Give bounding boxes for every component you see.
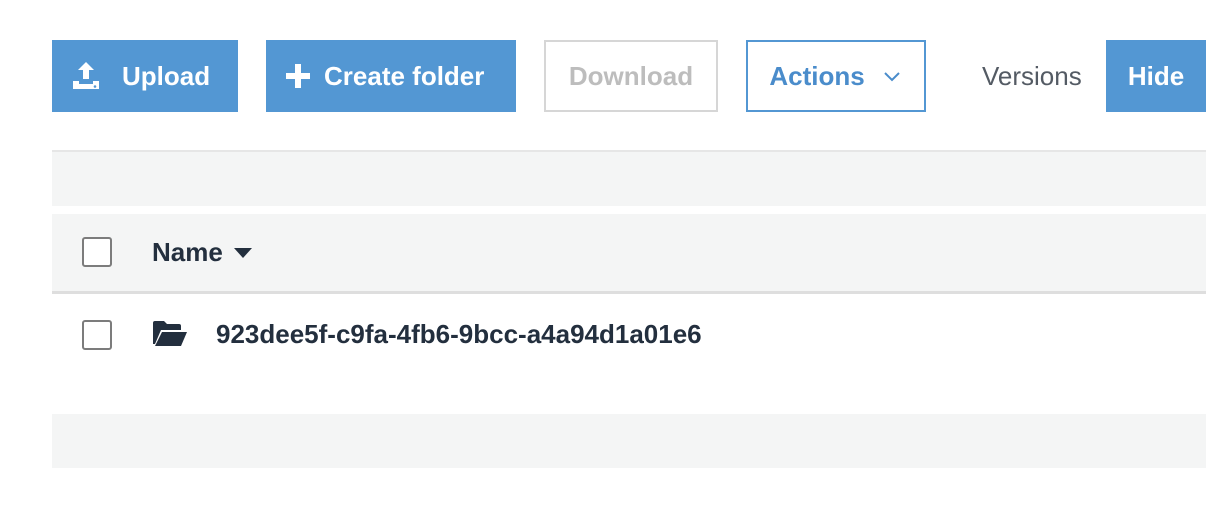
- caret-down-icon: [233, 243, 253, 263]
- hide-label: Hide: [1127, 60, 1185, 91]
- folder-name-link[interactable]: 923dee5f-c9fa-4fb6-9bcc-a4a94d1a01e6: [216, 294, 702, 374]
- row-checkbox[interactable]: [82, 320, 112, 350]
- download-button[interactable]: Download: [544, 40, 718, 112]
- table-footer: [52, 414, 1206, 468]
- upload-icon: [68, 58, 104, 94]
- table-row[interactable]: 923dee5f-c9fa-4fb6-9bcc-a4a94d1a01e6: [52, 294, 1206, 374]
- actions-dropdown-button[interactable]: Actions: [746, 40, 926, 112]
- table-header: Name: [52, 214, 1206, 294]
- actions-label: Actions: [769, 60, 865, 91]
- chevron-down-icon: [881, 65, 903, 87]
- download-label: Download: [568, 60, 694, 91]
- folder-open-icon: [152, 320, 188, 348]
- filter-bar: [52, 150, 1206, 206]
- upload-button[interactable]: Upload: [52, 40, 238, 112]
- versions-label: Versions: [982, 60, 1082, 91]
- upload-label: Upload: [122, 60, 211, 91]
- plus-icon: [284, 62, 312, 90]
- select-all-checkbox[interactable]: [82, 237, 112, 267]
- toolbar: Upload Create folder Download Actions Ve…: [52, 40, 1206, 112]
- create-folder-label: Create folder: [324, 60, 485, 91]
- hide-versions-button[interactable]: Hide: [1106, 40, 1206, 112]
- column-header-name[interactable]: Name: [152, 214, 253, 291]
- column-header-name-label: Name: [152, 237, 223, 267]
- object-browser: Upload Create folder Download Actions Ve…: [0, 0, 1206, 528]
- create-folder-button[interactable]: Create folder: [266, 40, 516, 112]
